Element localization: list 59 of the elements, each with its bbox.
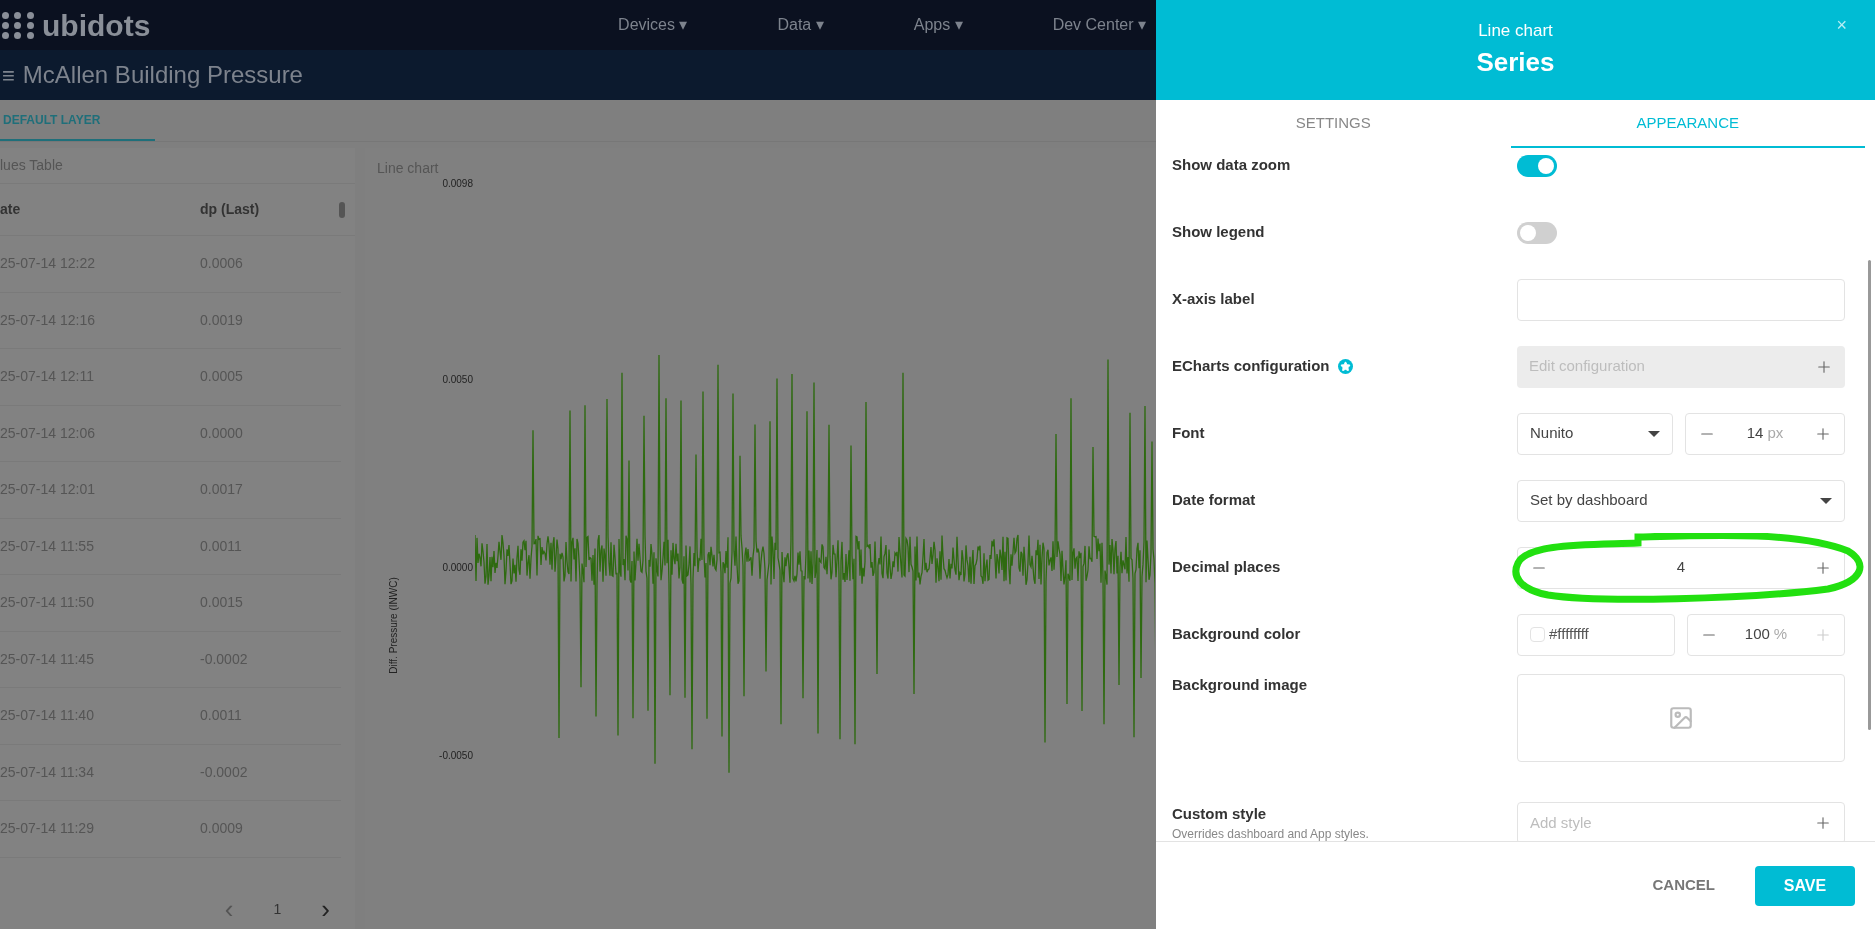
setting-label: Decimal places	[1172, 557, 1281, 578]
nav-menu-item[interactable]: Dev Center ▾	[1052, 13, 1146, 37]
menu-icon[interactable]: ≡	[2, 58, 15, 92]
plus-icon[interactable]	[1814, 814, 1832, 832]
setting-label: Custom style	[1172, 803, 1267, 824]
unit-label: %	[1773, 625, 1788, 643]
next-page-button[interactable]: ›	[321, 889, 330, 929]
stepper-value: 4	[1676, 558, 1686, 576]
text-input[interactable]	[1517, 278, 1845, 321]
y-axis-tick-label: -0.0050	[438, 749, 473, 763]
field-placeholder: Add style	[1530, 812, 1592, 833]
setting-label: X-axis label	[1172, 289, 1255, 310]
nav-menu-item[interactable]: Apps ▾	[913, 13, 963, 37]
nav-menu-item[interactable]: Data ▾	[777, 13, 824, 37]
image-dropzone[interactable]	[1517, 674, 1845, 762]
panel-title: Series	[1476, 46, 1555, 80]
column-header: dp (Last)	[200, 200, 261, 219]
save-button[interactable]: SAVE	[1755, 865, 1855, 906]
page-number[interactable]: 1	[273, 898, 282, 920]
y-axis-title: Diff. Pressure (INWC)	[386, 577, 400, 674]
setting-label: Show data zoom	[1172, 155, 1291, 176]
color-value: #ffffffff	[1549, 624, 1589, 645]
logo-text: ubidots	[42, 7, 151, 44]
image-icon	[1668, 705, 1694, 731]
stepper-value: 14	[1746, 424, 1764, 442]
setting-label: Show legend	[1172, 222, 1265, 243]
cancel-button[interactable]: CANCEL	[1642, 864, 1725, 907]
y-axis-tick-label: 0.0050	[441, 373, 473, 387]
color-field[interactable]: #ffffffff	[1517, 613, 1675, 656]
date-format-select[interactable]: Set by dashboard	[1517, 479, 1845, 522]
number-stepper[interactable]: 100 %	[1687, 613, 1845, 656]
setting-hint: Overrides dashboard and App styles.	[1172, 826, 1370, 841]
nav-menu-item[interactable]: Devices ▾	[618, 13, 688, 37]
color-swatch[interactable]	[1530, 627, 1545, 642]
setting-label: ECharts configuration	[1172, 356, 1330, 377]
y-axis-tick-label: 0.0000	[441, 561, 473, 575]
dots-logo-icon	[2, 11, 36, 39]
caret-icon	[1648, 430, 1660, 437]
caret-icon	[1820, 497, 1832, 504]
panel-subtitle: Line chart	[1478, 19, 1553, 42]
dashboard-title: McAllen Building Pressure	[22, 60, 303, 90]
setting-label: Date format	[1172, 490, 1256, 511]
panel-tab[interactable]: APPEARANCE	[1510, 100, 1865, 148]
scrollbar-thumb[interactable]	[339, 201, 345, 218]
setting-label: Background image	[1172, 675, 1308, 695]
y-axis-tick-label: 0.0098	[441, 177, 473, 191]
unit-label: px	[1767, 424, 1784, 442]
toggle-switch[interactable]	[1517, 221, 1557, 244]
info-star-icon[interactable]	[1337, 359, 1353, 374]
font-select[interactable]: Nunito	[1517, 412, 1673, 455]
stepper-value: 100	[1744, 625, 1770, 643]
column-header: ate	[0, 200, 22, 219]
number-stepper[interactable]: 4	[1517, 546, 1845, 589]
panel-tab[interactable]: SETTINGS	[1156, 100, 1511, 148]
toggle-switch[interactable]	[1517, 154, 1557, 177]
scrollbar-thumb[interactable]	[1868, 260, 1871, 730]
number-stepper[interactable]: 14 px	[1685, 412, 1845, 455]
setting-label: Background color	[1172, 624, 1301, 645]
setting-label: Font	[1172, 423, 1205, 444]
